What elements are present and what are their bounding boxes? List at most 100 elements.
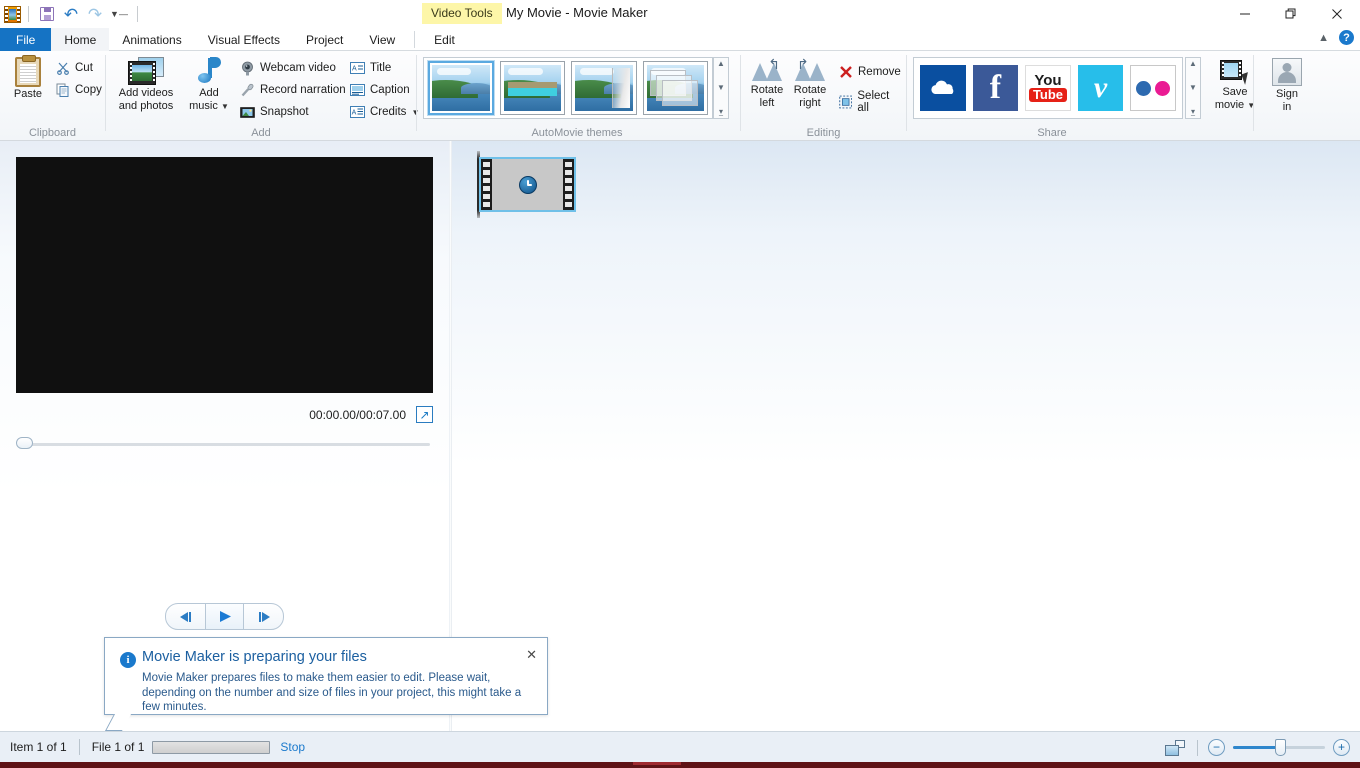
previous-frame-icon <box>179 611 191 622</box>
play-button[interactable] <box>205 604 244 629</box>
chevron-down-icon[interactable]: ▼ <box>221 102 229 111</box>
seek-bar-track[interactable] <box>18 443 430 446</box>
remove-button[interactable]: Remove <box>835 61 906 83</box>
previous-frame-button[interactable] <box>166 604 205 629</box>
group-label-add: Add <box>251 127 271 139</box>
remove-x-icon <box>840 66 852 78</box>
cut-scissors-icon <box>57 62 69 75</box>
title-button[interactable]: A Title <box>346 57 423 79</box>
ribbon-tab-strip: File Home Animations Visual Effects Proj… <box>0 28 1360 51</box>
status-divider <box>78 739 80 755</box>
add-music-line2: music ▼ <box>184 100 234 113</box>
tab-home[interactable]: Home <box>51 28 110 51</box>
notification-body: Movie Maker prepares files to make them … <box>142 672 522 713</box>
group-label-automovie-themes: AutoMovie themes <box>531 127 623 139</box>
notification-title: Movie Maker is preparing your files <box>142 649 367 665</box>
storyboard-view-icon[interactable] <box>1165 739 1185 756</box>
flickr-icon[interactable] <box>1130 65 1176 111</box>
next-frame-icon <box>258 611 270 622</box>
cut-button[interactable]: Cut <box>52 57 106 79</box>
next-frame-button[interactable] <box>244 604 283 629</box>
svg-text:A: A <box>352 110 357 117</box>
tab-edit[interactable]: Edit <box>421 28 468 51</box>
restore-button[interactable] <box>1268 0 1314 28</box>
video-preview[interactable] <box>16 157 433 393</box>
ribbon-group-automovie-themes: ▲ ▼ ▾̲ AutoMovie themes <box>417 51 737 141</box>
youtube-you-label: You <box>1034 72 1062 89</box>
select-all-button[interactable]: Select all <box>835 90 906 114</box>
rotate-right-line2: right <box>799 97 821 109</box>
paste-button[interactable]: Paste <box>8 55 48 100</box>
sign-in-person-icon <box>1272 58 1302 86</box>
gallery-scrollbar[interactable]: ▲ ▼ ▾̲ <box>713 57 729 119</box>
gallery-more-icon[interactable]: ▾̲ <box>1191 108 1195 116</box>
rotate-left-button[interactable]: ↰ Rotate left <box>745 55 789 110</box>
zoom-divider <box>1197 739 1198 756</box>
share-gallery-scrollbar[interactable]: ▲ ▼ ▾̲ <box>1185 57 1201 119</box>
record-narration-button[interactable]: Record narration ▼ <box>236 79 363 101</box>
tab-project[interactable]: Project <box>293 28 356 51</box>
tab-visual-effects[interactable]: Visual Effects <box>195 28 293 51</box>
sign-in-line1: Sign <box>1275 88 1299 100</box>
tab-view[interactable]: View <box>356 28 408 51</box>
status-bar: Item 1 of 1 File 1 of 1 Stop − + <box>0 731 1360 762</box>
chevron-down-icon[interactable]: ▼— <box>108 3 130 25</box>
gallery-more-icon[interactable]: ▾̲ <box>719 108 723 116</box>
scroll-down-icon[interactable]: ▼ <box>1189 84 1197 92</box>
theme-fade[interactable] <box>642 61 708 115</box>
storyboard-pane[interactable] <box>452 141 1360 731</box>
close-button[interactable] <box>1314 0 1360 28</box>
snapshot-button[interactable]: Snapshot <box>236 101 363 123</box>
ribbon: Paste Cut Copy Clipboard Add videos and … <box>0 51 1360 141</box>
tab-animations[interactable]: Animations <box>109 28 194 51</box>
scroll-up-icon[interactable]: ▲ <box>717 60 725 68</box>
fullscreen-arrow-icon[interactable]: ↗ <box>416 406 433 423</box>
automovie-theme-gallery <box>423 57 713 119</box>
vimeo-icon[interactable]: v <box>1077 65 1124 111</box>
minimize-button[interactable] <box>1222 0 1268 28</box>
zoom-out-button[interactable]: − <box>1208 739 1225 756</box>
save-movie-icon <box>1220 58 1252 85</box>
scroll-up-icon[interactable]: ▲ <box>1189 60 1197 68</box>
theme-no-theme[interactable] <box>427 60 495 116</box>
onedrive-icon[interactable] <box>920 65 966 111</box>
theme-contemporary[interactable] <box>499 61 565 115</box>
paste-label: Paste <box>13 88 43 100</box>
movie-maker-icon[interactable] <box>4 5 21 23</box>
undo-icon[interactable]: ↶ <box>60 3 82 25</box>
caption-icon <box>350 84 365 96</box>
facebook-icon[interactable]: f <box>972 65 1019 111</box>
theme-cinematic[interactable] <box>571 61 637 115</box>
zoom-slider[interactable] <box>1233 739 1325 756</box>
sign-in-button[interactable]: Sign in <box>1268 55 1306 114</box>
add-videos-and-photos-button[interactable]: Add videos and photos <box>110 55 182 113</box>
ribbon-group-share: f You Tube v ▲ ▼ ▾̲ Save movie ▼ Share <box>907 51 1255 141</box>
rotate-right-button[interactable]: ↱ Rotate right <box>787 55 833 110</box>
stop-button[interactable]: Stop <box>280 740 305 754</box>
close-icon[interactable]: ✕ <box>526 647 537 663</box>
credits-button[interactable]: A Credits ▼ <box>346 101 423 123</box>
film-sprockets-left <box>481 159 492 210</box>
preparing-files-notification: i Movie Maker is preparing your files Mo… <box>104 637 548 715</box>
select-all-icon <box>839 95 853 109</box>
copy-icon <box>56 83 69 97</box>
save-icon[interactable] <box>36 3 58 25</box>
caption-button[interactable]: Caption <box>346 79 423 101</box>
copy-button[interactable]: Copy <box>52 79 106 101</box>
seek-bar-thumb[interactable] <box>16 437 33 449</box>
help-icon[interactable]: ? <box>1339 30 1354 45</box>
storyboard-clip-1[interactable] <box>479 157 576 212</box>
time-display: 00:00.00/00:07.00 <box>309 407 406 422</box>
add-music-button[interactable]: Add music ▼ <box>184 55 234 113</box>
scroll-down-icon[interactable]: ▼ <box>717 84 725 92</box>
chevron-up-icon[interactable]: ▲ <box>1318 32 1329 44</box>
copy-label: Copy <box>75 84 102 96</box>
redo-icon[interactable]: ↷ <box>84 3 106 25</box>
notification-tail <box>104 714 138 736</box>
webcam-video-button[interactable]: Webcam video <box>236 57 363 79</box>
zoom-in-button[interactable]: + <box>1333 739 1350 756</box>
youtube-icon[interactable]: You Tube <box>1025 65 1071 111</box>
snapshot-icon <box>240 106 255 118</box>
save-movie-label2: movie <box>1214 99 1245 111</box>
tab-file[interactable]: File <box>0 28 52 51</box>
